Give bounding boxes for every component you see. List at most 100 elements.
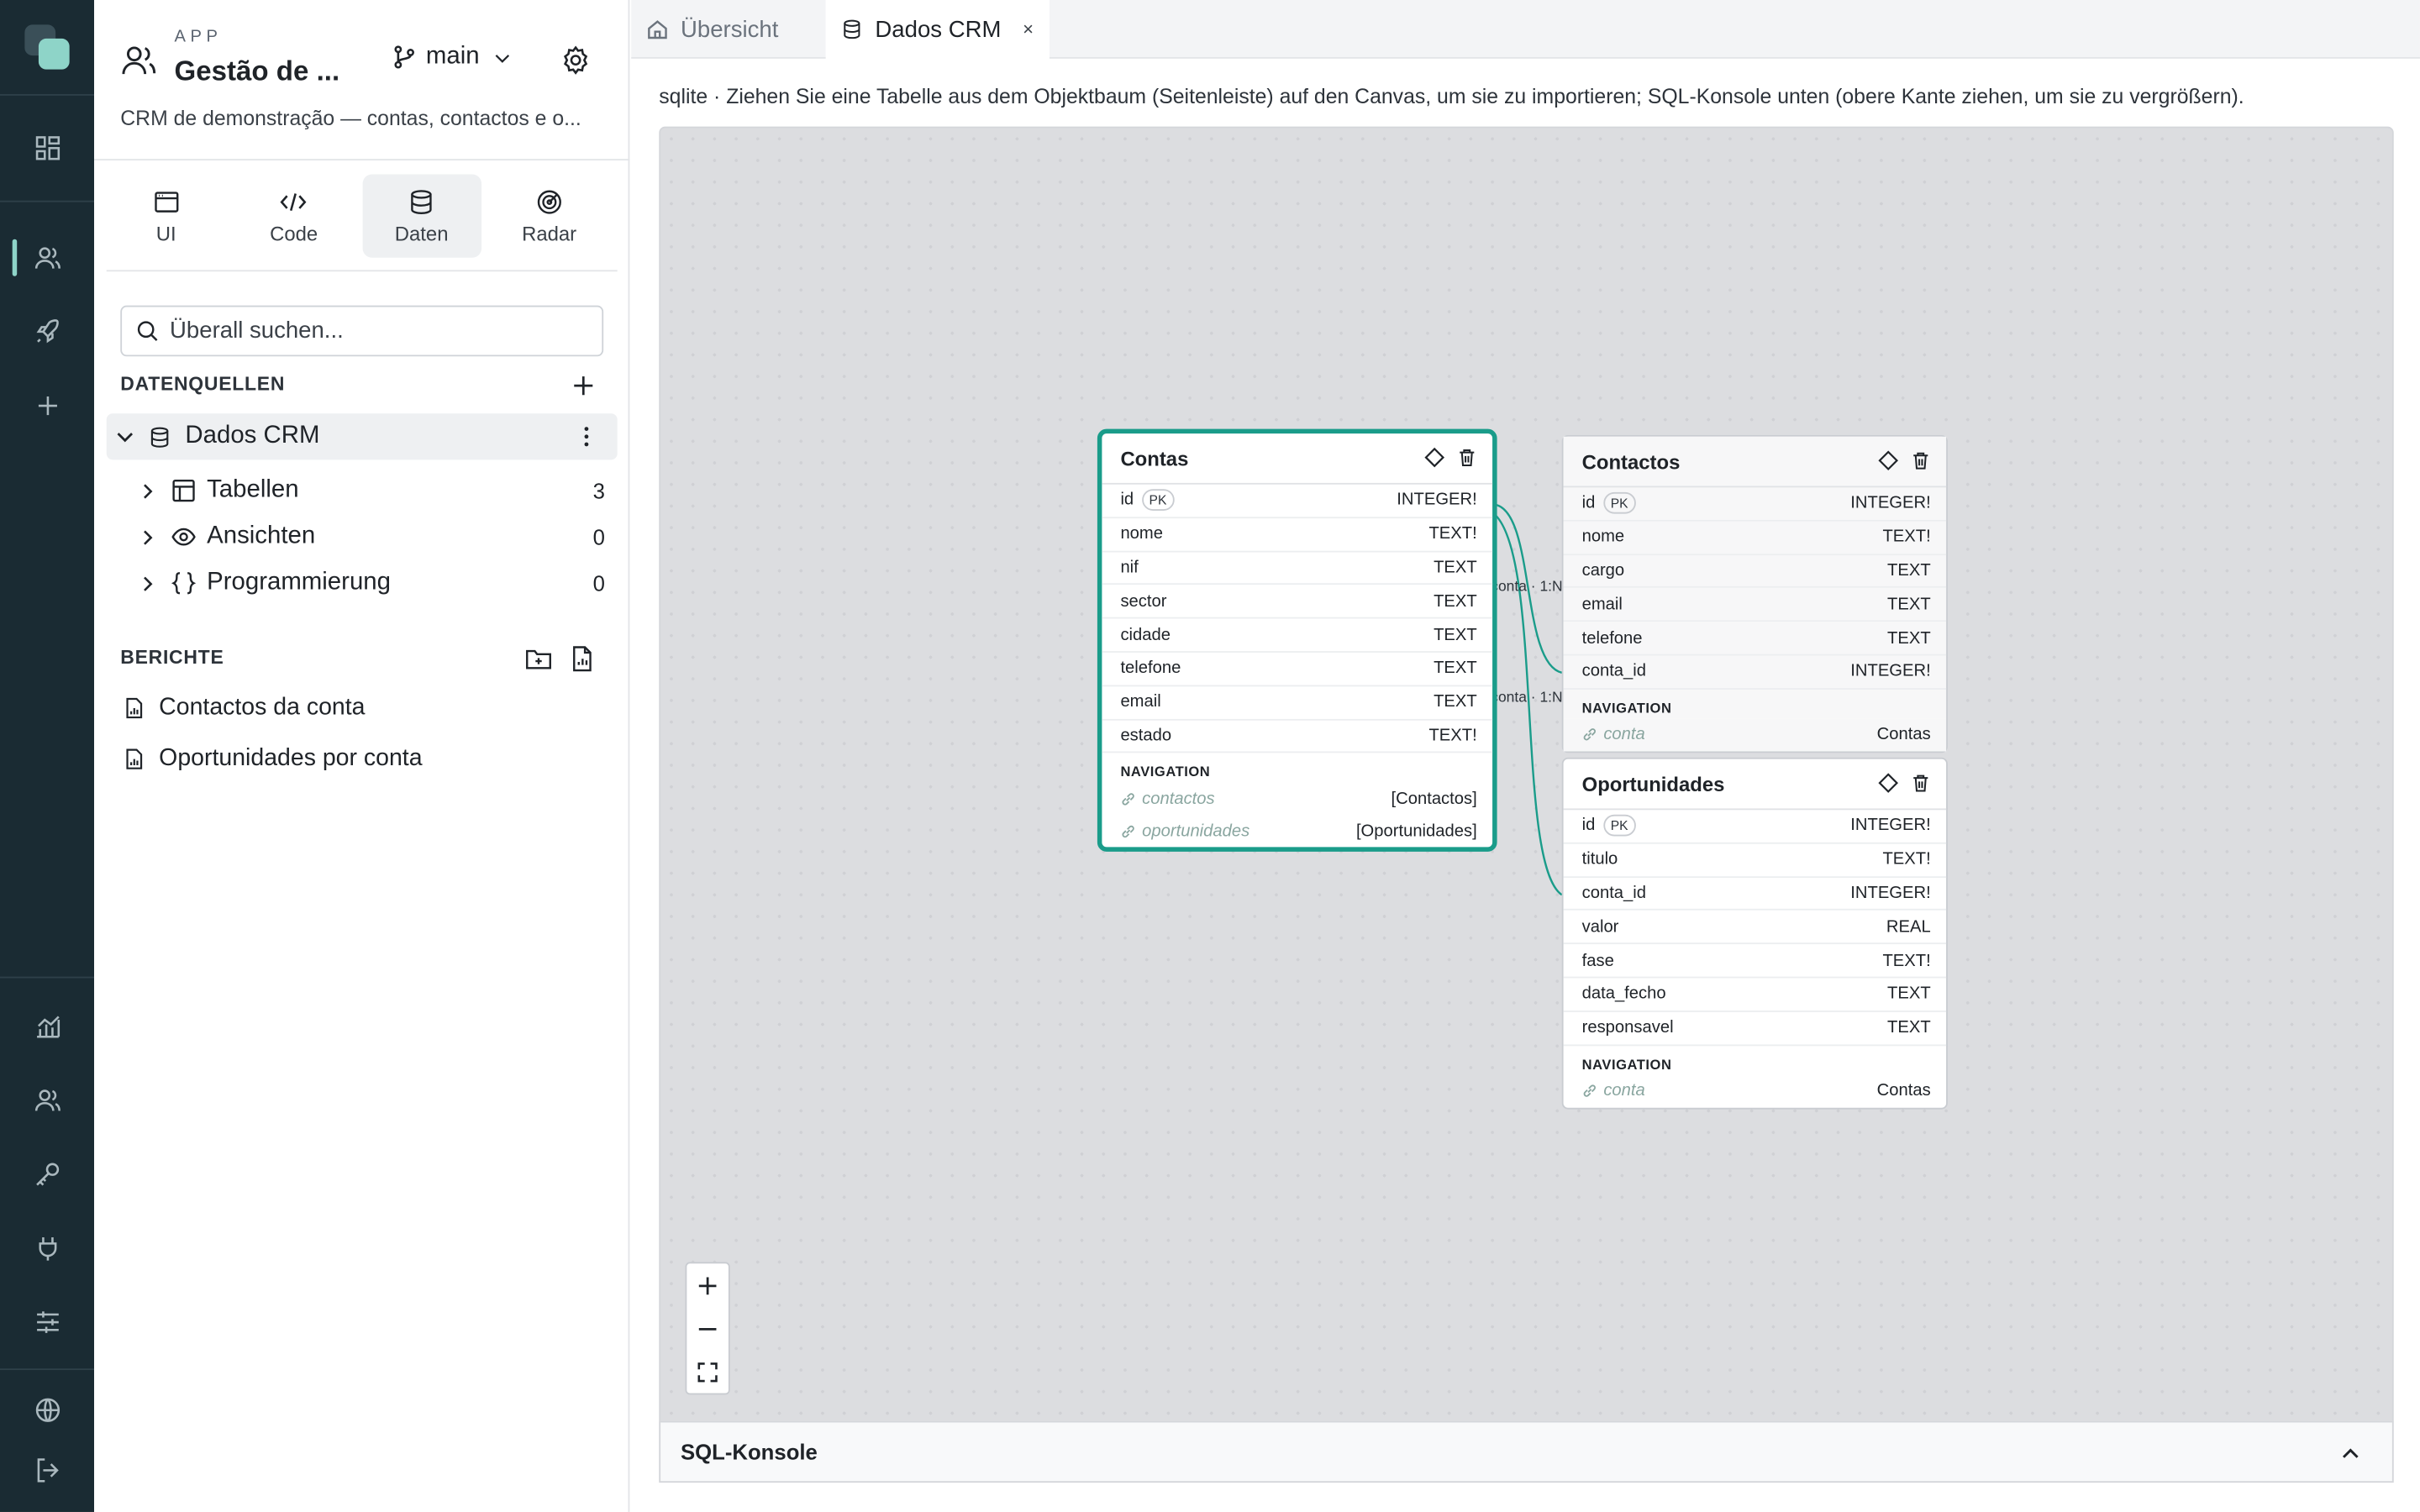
relation-label: conta · 1:N [1491,690,1563,707]
field-row[interactable]: cidade TEXT [1102,619,1493,653]
entity-title: Contactos [1581,449,1681,473]
more-vertical-icon[interactable] [574,424,598,449]
navigation-row[interactable]: conta Contas [1563,718,1947,752]
sliders-icon[interactable] [0,1291,94,1352]
count: 0 [592,524,605,549]
locate-icon[interactable] [1878,773,1899,793]
field-row[interactable]: estado TEXT! [1102,720,1493,753]
tree-item-tabellen[interactable]: Tabellen 3 [137,470,605,511]
report-icon [126,697,143,719]
plug-icon[interactable] [0,1217,94,1278]
database-icon [844,19,860,39]
mode-ui[interactable]: UI [107,175,226,258]
tree-item-ansichten[interactable]: Ansichten 0 [137,517,605,557]
field-row[interactable]: conta_id INTEGER! [1563,877,1947,911]
app-kicker: APP [174,28,223,47]
locate-icon[interactable] [1424,447,1445,468]
search-icon [137,321,158,342]
logout-icon[interactable] [0,1440,94,1501]
field-row[interactable]: sector TEXT [1102,585,1493,619]
field-row[interactable]: telefone TEXT [1102,653,1493,686]
sql-console-bar[interactable]: SQL-Konsole [659,1420,2394,1483]
entity-oportunidades[interactable]: Oportunidades id PK INTEGER! titulo TEXT! c… [1561,757,1948,1109]
datasource-label: Dados CRM [185,423,320,449]
fit-view-button[interactable] [687,1350,729,1393]
entity-title: Oportunidades [1581,772,1725,795]
zoom-out-button[interactable] [687,1307,729,1350]
navigation-heading: NAVIGATION [1120,764,1211,780]
entity-contactos[interactable]: Contactos id PK INTEGER! nome TEXT! cargo TE… [1561,434,1948,753]
chevron-right-icon[interactable] [137,480,157,501]
pk-badge: PK [1602,815,1636,837]
locate-icon[interactable] [1878,450,1899,471]
field-row[interactable]: id PK INTEGER! [1563,810,1947,844]
pk-badge: PK [1141,489,1175,512]
close-tab-icon[interactable]: × [1023,18,1034,40]
search-input[interactable] [170,318,587,344]
rocket-icon[interactable] [0,301,94,362]
link-icon [1122,825,1134,837]
report-icon [126,748,143,769]
field-row[interactable]: nome TEXT! [1102,518,1493,552]
mode-daten[interactable]: Daten [361,174,481,258]
gear-icon[interactable] [560,45,592,76]
mode-radar[interactable]: Radar [490,175,609,258]
database-icon [150,426,169,447]
trash-icon[interactable] [1911,773,1931,793]
new-report-icon[interactable] [568,645,596,673]
fullscreen-icon [697,1362,718,1382]
field-row[interactable]: id PK INTEGER! [1102,485,1493,518]
navigation-row[interactable]: conta Contas [1564,1074,1947,1107]
side-panel: APP Gestão de ... main CRM de demonstraç… [94,0,630,1512]
analytics-icon[interactable] [0,995,94,1057]
field-row[interactable]: nif TEXT [1102,552,1493,585]
er-canvas[interactable] [659,126,2394,1423]
git-branch-icon [394,45,414,69]
navigation-row[interactable]: contactos [Contactos] [1102,783,1492,816]
navigation-row[interactable]: oportunidades [Oportunidades] [1102,815,1492,848]
field-row[interactable]: telefone TEXT [1563,622,1947,656]
dashboard-icon[interactable] [0,118,94,179]
field-row[interactable]: data_fecho TEXT [1563,978,1947,1012]
entity-contas[interactable]: Contas id PK INTEGER! nome TEXT! nif TEXT se… [1097,428,1497,853]
table-icon [172,479,195,502]
navigation-heading: NAVIGATION [1581,1056,1672,1072]
eye-icon [171,528,196,546]
field-row[interactable]: id PK INTEGER! [1563,487,1947,522]
team-icon[interactable] [0,1069,94,1131]
field-row[interactable]: titulo TEXT! [1563,843,1947,878]
tab-dados-crm[interactable]: Dados CRM × [825,0,1050,60]
new-folder-icon[interactable] [524,645,552,673]
zoom-in-button[interactable] [687,1263,729,1306]
report-item[interactable]: Contactos da conta [124,690,365,727]
datasource-dados-crm[interactable]: Dados CRM [106,413,618,460]
field-row[interactable]: valor REAL [1563,911,1947,945]
field-row[interactable]: email TEXT [1102,686,1493,720]
tab-uebersicht[interactable]: Übersicht [647,0,778,59]
key-icon[interactable] [0,1143,94,1205]
field-row[interactable]: cargo TEXT [1563,554,1947,589]
add-icon[interactable] [0,375,94,436]
chevron-right-icon[interactable] [137,527,157,547]
field-row[interactable]: email TEXT [1563,588,1947,622]
field-row[interactable]: conta_id INTEGER! [1563,655,1947,690]
globe-icon[interactable] [0,1379,94,1441]
tree-item-programmierung[interactable]: Programmierung 0 [137,563,605,603]
count: 3 [592,478,605,503]
branch-selector[interactable]: main [392,43,513,71]
trash-icon[interactable] [1457,448,1477,468]
chevron-up-icon[interactable] [2339,1442,2361,1464]
field-row[interactable]: fase TEXT! [1563,944,1947,979]
mode-code[interactable]: Code [234,175,354,258]
entity-title: Contas [1120,446,1189,470]
chevron-right-icon[interactable] [137,573,157,593]
field-row[interactable]: responsavel TEXT [1563,1011,1947,1046]
add-datasource-icon[interactable] [570,372,597,400]
users-icon[interactable] [0,227,94,288]
logo[interactable] [24,24,71,71]
trash-icon[interactable] [1911,450,1931,470]
chevron-down-icon[interactable] [114,426,136,448]
search-field[interactable] [120,305,604,357]
field-row[interactable]: nome TEXT! [1563,521,1947,555]
report-item[interactable]: Oportunidades por conta [124,741,423,778]
